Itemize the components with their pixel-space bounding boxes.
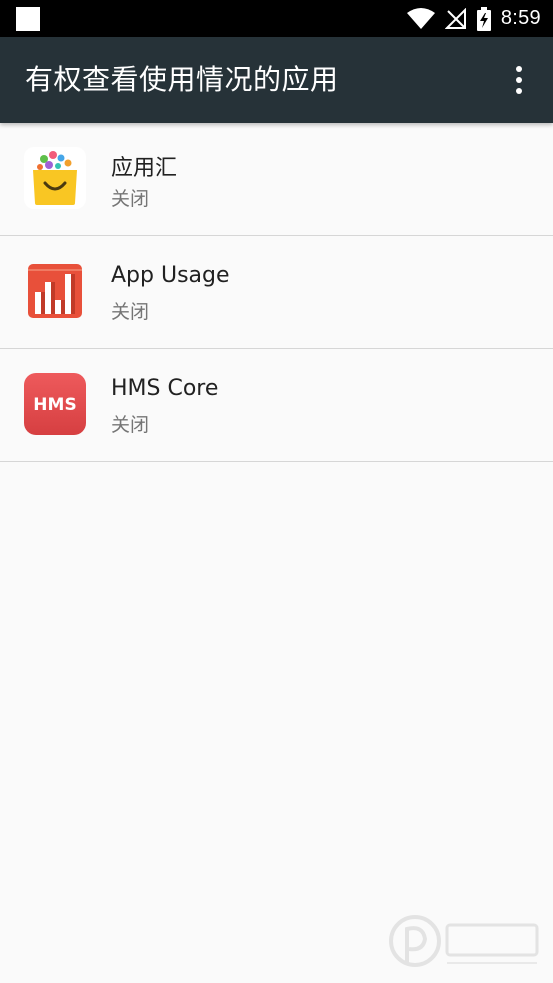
list-item-hms-core[interactable]: HMS HMS Core 关闭: [0, 349, 553, 462]
app-name: App Usage: [111, 263, 230, 288]
app-status: 关闭: [111, 188, 150, 210]
app-name: HMS Core: [111, 376, 219, 401]
app-status: 关闭: [111, 414, 150, 436]
battery-charging-icon: [476, 6, 491, 31]
app-usage-icon: [28, 264, 82, 318]
app-list: 应用汇 关闭 App Usage 关闭 HMS HMS Core 关闭: [0, 123, 553, 462]
status-bar: 8:59: [0, 0, 553, 37]
notification-square-icon: [16, 7, 40, 31]
wifi-icon: [406, 7, 435, 29]
app-name: 应用汇: [111, 156, 178, 181]
hms-icon-text: HMS: [33, 395, 76, 415]
list-item-app-usage[interactable]: App Usage 关闭: [0, 236, 553, 349]
status-icons: 8:59: [406, 0, 541, 37]
app-status: 关闭: [111, 301, 150, 323]
app-bar: 有权查看使用情况的应用: [0, 37, 553, 123]
no-signal-icon: [444, 7, 466, 29]
yingyonghui-icon: [24, 147, 86, 209]
watermark-logo-icon: [389, 915, 539, 967]
list-item-yingyonghui[interactable]: 应用汇 关闭: [0, 123, 553, 236]
hms-core-icon: HMS: [24, 373, 86, 435]
page-title: 有权查看使用情况的应用: [25, 63, 339, 96]
more-vert-icon[interactable]: [505, 64, 533, 96]
status-time: 8:59: [500, 7, 541, 29]
